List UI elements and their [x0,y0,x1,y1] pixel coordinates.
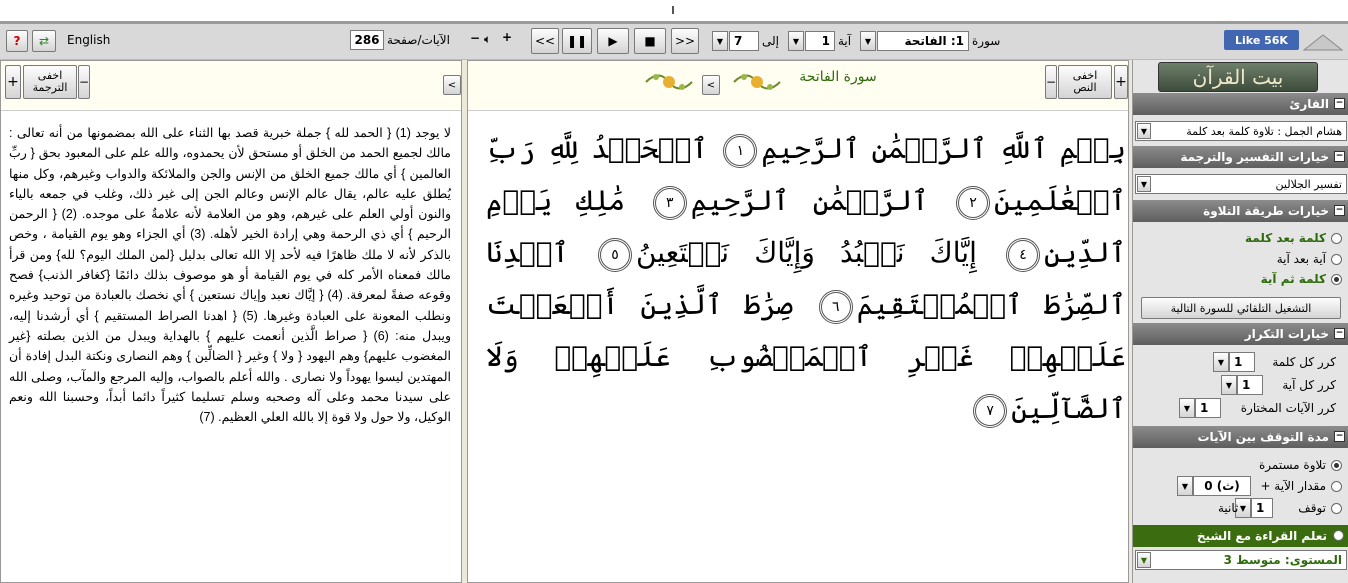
pause-unit-label: ثانية [1218,501,1239,515]
verse-label: آية [838,34,852,48]
surah-arrow[interactable]: ▼ [860,31,876,51]
tafsir-select[interactable]: ▼ تفسير الجلالين [1135,174,1347,194]
pause-option-fixed[interactable]: توقف [1298,501,1326,515]
hide-text-button[interactable]: اخفى النص [1058,65,1112,99]
method-option-word[interactable]: كلمة بعد كلمة [1245,231,1326,245]
play-icon[interactable]: ▶ [597,28,629,54]
surah-label: سورة [972,34,1001,48]
to-label: إلى [762,34,779,48]
quran-text: بِسۡمِ ٱللَّهِ ٱلرَّحۡمَٰنِ ٱلرَّحِيمِ١ … [486,123,1126,435]
quran-minus-button[interactable]: − [1045,65,1057,99]
quran-next-button[interactable]: < [702,75,720,95]
repeat-selected-arrow[interactable]: ▼ [1179,398,1195,418]
pause-icon[interactable]: ❚❚ [562,28,592,54]
tafsir-text: لا يوجد (1) { الحمد لله } جملة خبرية قصد… [9,126,451,425]
verse-from-arrow[interactable]: ▼ [788,31,804,51]
surah-select[interactable]: 1: الفاتحة [877,31,969,51]
translation-header: + اخفى الترجمة − < [1,61,461,111]
ayah-text[interactable]: ٱلرَّحۡمَٰنِ ٱلرَّحِيمِ [691,184,929,217]
pause-header[interactable]: − مدة التوقف بين الآيات [1133,426,1348,448]
repeat-ayah-arrow[interactable]: ▼ [1221,375,1237,395]
ayah-text[interactable]: إِيَّاكَ نَعۡبُدُ وَإِيَّاكَ نَسۡتَعِينُ [636,236,977,269]
quran-header: < سورة الفاتحة − اخفى النص + [468,61,1128,111]
settings-sidebar: بيت القرآن − القارئ ▼ هشام الجمل : تلاوة ك… [1132,60,1348,583]
collapse-icon[interactable]: − [1334,328,1345,339]
surah-title: سورة الفاتحة [799,69,877,85]
ayah-text[interactable]: بِسۡمِ ٱللَّهِ ٱلرَّحۡمَٰنِ ٱلرَّحِيمِ [761,132,1126,165]
pause-option-ayah-length[interactable]: مقدار الآية + [1260,479,1326,493]
repeat-ayah-select[interactable]: 1 [1237,375,1263,395]
tafsir-header[interactable]: − خيارات التفسير والترجمة [1133,146,1348,168]
ayah-number-badge: ٤ [1005,237,1040,272]
volume-minus-button[interactable]: − [470,31,480,45]
reciter-select[interactable]: ▼ هشام الجمل : تلاوة كلمة بعد كلمة [1135,121,1347,141]
method-option-ayah[interactable]: آية بعد آية [1277,252,1326,266]
ayah-number-badge: ٦ [818,289,853,324]
verse-to-arrow[interactable]: ▼ [712,31,728,51]
language-link[interactable]: English [67,33,110,47]
volume-plus-button[interactable]: + [502,30,512,44]
ayah-number-badge: ٢ [955,185,990,220]
collapse-icon[interactable]: − [1334,98,1345,109]
pause-ayah-length-select[interactable]: 0 (ث) [1193,476,1251,496]
method-radio-word[interactable] [1331,233,1342,244]
auto-next-button[interactable]: التشغيل التلقائي للسورة التالية [1141,297,1341,319]
collapse-icon[interactable]: − [1334,431,1345,442]
repeat-selected-select[interactable]: 1 [1195,398,1221,418]
next-button[interactable]: >> [671,28,699,54]
translation-plus-button[interactable]: + [5,65,21,99]
speaker-icon[interactable]: 🔈︎ [484,32,491,47]
pause-fixed-select[interactable]: 1 [1251,498,1273,518]
toolbar: ? ⇄ English 286 الآيات/صفحة − 🔈︎ + << ❚❚… [0,24,1348,60]
method-radio-word-then-ayah[interactable] [1331,274,1342,285]
ayah-number-badge: ٧ [973,393,1008,428]
prev-button[interactable]: << [531,28,559,54]
pause-ayah-length-arrow[interactable]: ▼ [1177,476,1193,496]
pause-radio-continuous[interactable] [1331,460,1342,471]
level-select[interactable]: ▼ المستوى: متوسط 3 [1135,550,1347,570]
quran-plus-button[interactable]: + [1114,65,1128,99]
site-logo[interactable]: بيت القرآن [1158,62,1318,92]
top-strip [0,0,1348,24]
reciter-header[interactable]: − القارئ [1133,93,1348,115]
collapse-icon[interactable]: − [1334,205,1345,216]
pause-radio-fixed[interactable] [1331,503,1342,514]
repeat-word-arrow[interactable]: ▼ [1213,352,1229,372]
method-header[interactable]: − خيارات طريقة التلاوة [1133,200,1348,222]
ayah-number-badge: ٥ [597,237,632,272]
refresh-icon[interactable]: ⇄ [32,30,56,52]
top-nub [672,6,674,14]
ornament-left-icon [733,74,781,90]
repeat-selected-label: كرر الآيات المختارة [1240,401,1336,415]
help-button[interactable]: ? [6,30,28,52]
ayah-number-badge: ١ [723,133,758,168]
quran-panel: < سورة الفاتحة − اخفى النص + بِسۡمِ ٱللَ… [467,60,1129,583]
repeat-ayah-label: كرر كل آية [1282,378,1336,392]
verse-to-select[interactable]: 7 [729,31,759,51]
translation-panel: + اخفى الترجمة − < لا يوجد (1) { الحمد ل… [0,60,462,583]
method-option-word-then-ayah[interactable]: كلمة ثم آية [1261,272,1326,286]
learn-header[interactable]: تعلم القراءة مع الشيخ [1133,525,1348,547]
repeat-word-select[interactable]: 1 [1229,352,1255,372]
translation-minus-button[interactable]: − [78,65,90,99]
ayah-number-badge: ٣ [652,185,687,220]
collapse-arrow-icon[interactable] [1302,32,1344,52]
hide-translation-button[interactable]: اخفى الترجمة [23,65,77,99]
stop-icon[interactable]: ■ [634,28,666,54]
per-page-label: الآيات/صفحة [387,33,450,47]
method-radio-ayah[interactable] [1331,254,1342,265]
pause-radio-ayah-length[interactable] [1331,481,1342,492]
ornament-right-icon [645,74,693,90]
fb-like-button[interactable]: Like 56K [1224,30,1299,50]
learn-radio[interactable] [1333,530,1344,541]
collapse-icon[interactable]: − [1334,151,1345,162]
repeat-word-label: كرر كل كلمة [1272,355,1336,369]
repeat-header[interactable]: − خيارات التكرار [1133,323,1348,345]
per-page-value[interactable]: 286 [350,30,384,50]
verse-from-select[interactable]: 1 [805,31,835,51]
pause-option-continuous[interactable]: تلاوة مستمرة [1259,458,1326,472]
translation-prev-button[interactable]: < [443,75,461,95]
